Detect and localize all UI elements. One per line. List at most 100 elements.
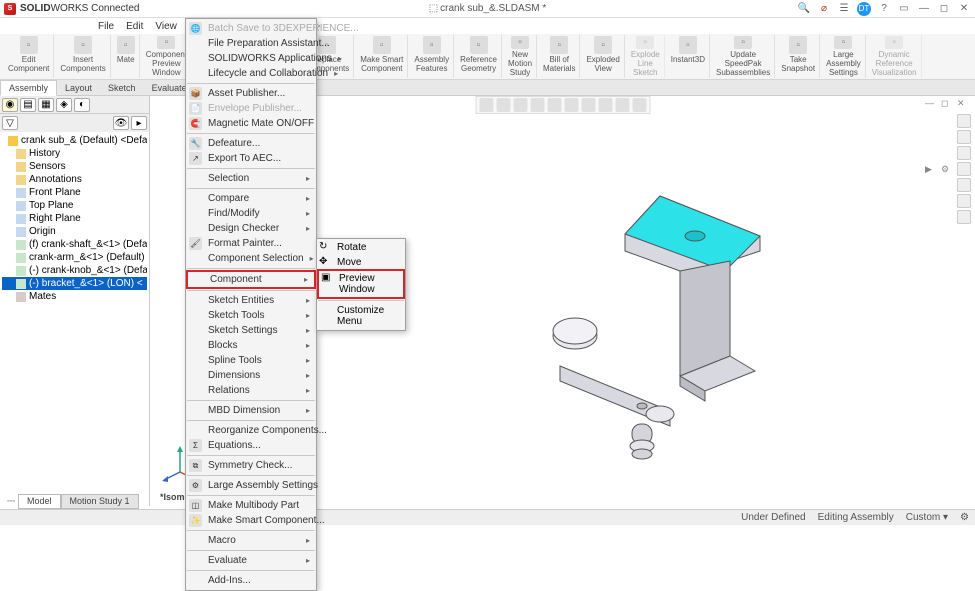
- fm-arrow-icon[interactable]: ▸: [131, 116, 147, 130]
- alert-icon[interactable]: ⌀: [817, 2, 831, 16]
- menu-item-file-preparation-assistant[interactable]: File Preparation Assistant...: [186, 36, 316, 51]
- prev-view-icon[interactable]: [513, 98, 527, 112]
- tree-item[interactable]: (-) crank-knob_&<1> (Default) <: [2, 264, 147, 277]
- menu-item-magnetic-mate-on-off[interactable]: 🧲Magnetic Mate ON/OFF: [186, 116, 316, 131]
- tp-appearances-icon[interactable]: [957, 178, 971, 192]
- ribbon-explode[interactable]: ▫ExplodeLineSketch: [627, 35, 665, 78]
- menu-view[interactable]: View: [149, 20, 183, 33]
- menu-item-sketch-settings[interactable]: Sketch Settings▸: [186, 323, 316, 338]
- ribbon-update[interactable]: ▫UpdateSpeedPakSubassemblies: [712, 35, 775, 78]
- viewport-min-icon[interactable]: —: [925, 98, 937, 110]
- ribbon-take[interactable]: ▫TakeSnapshot: [777, 35, 820, 78]
- hide-show-icon[interactable]: [581, 98, 595, 112]
- play-icon[interactable]: ▶: [925, 164, 937, 176]
- tree-root[interactable]: crank sub_& (Default) <Default_Disp: [2, 134, 147, 147]
- menu-item-reorganize-components[interactable]: Reorganize Components...: [186, 423, 316, 438]
- menu-item-lifecycle-and-collaboration[interactable]: Lifecycle and Collaboration▸: [186, 66, 316, 81]
- menu-item-make-multibody-part[interactable]: ◫Make Multibody Part: [186, 498, 316, 513]
- fm-filter-icon[interactable]: ▽: [2, 116, 18, 130]
- tp-view-palette-icon[interactable]: [957, 162, 971, 176]
- tp-file-explorer-icon[interactable]: [957, 146, 971, 160]
- section-view-icon[interactable]: [530, 98, 544, 112]
- menu-item-component[interactable]: Component▸: [186, 270, 316, 289]
- model-tabs-handle-icon[interactable]: ⎓: [4, 494, 18, 509]
- restore-icon[interactable]: ▭: [897, 2, 911, 16]
- fm-tree-tab-icon[interactable]: ◉: [2, 98, 18, 112]
- viewport-max-icon[interactable]: ◻: [941, 98, 953, 110]
- menu-item-blocks[interactable]: Blocks▸: [186, 338, 316, 353]
- view-settings-icon[interactable]: [632, 98, 646, 112]
- tree-item[interactable]: crank-arm_&<1> (Default) <: [2, 251, 147, 264]
- menu-item-macro[interactable]: Macro▸: [186, 533, 316, 548]
- menu-item-relations[interactable]: Relations▸: [186, 383, 316, 398]
- ribbon-insert[interactable]: ▫InsertComponents: [56, 35, 110, 78]
- ribbon-assembly[interactable]: ▫AssemblyFeatures: [410, 35, 454, 78]
- tree-item[interactable]: Front Plane: [2, 186, 147, 199]
- tree-item[interactable]: Origin: [2, 225, 147, 238]
- tp-resources-icon[interactable]: [957, 114, 971, 128]
- viewport-close-icon[interactable]: ✕: [957, 98, 969, 110]
- ribbon-instant-d[interactable]: ▫Instant3D: [667, 35, 710, 78]
- menu-item-solidworks-applications[interactable]: SOLIDWORKS Applications▸: [186, 51, 316, 66]
- menu-item-add-ins[interactable]: Add-Ins...: [186, 573, 316, 588]
- home-icon[interactable]: ☰: [837, 2, 851, 16]
- menu-item-find-modify[interactable]: Find/Modify▸: [186, 206, 316, 221]
- help-icon[interactable]: ?: [877, 2, 891, 16]
- ribbon-edit[interactable]: ▫EditComponent: [4, 35, 54, 78]
- menu-item-compare[interactable]: Compare▸: [186, 191, 316, 206]
- menu-item-design-checker[interactable]: Design Checker▸: [186, 221, 316, 236]
- tree-item[interactable]: (f) crank-shaft_&<1> (Default) <: [2, 238, 147, 251]
- ribbon-bill-of[interactable]: ▫Bill ofMaterials: [539, 35, 580, 78]
- close-icon[interactable]: ✕: [957, 2, 971, 16]
- tab-motion-study[interactable]: Motion Study 1: [61, 494, 139, 509]
- zoom-fit-icon[interactable]: [479, 98, 493, 112]
- tree-item[interactable]: Right Plane: [2, 212, 147, 225]
- fm-prop-tab-icon[interactable]: ▤: [20, 98, 36, 112]
- tab-sketch[interactable]: Sketch: [100, 81, 144, 95]
- submenu-customize-menu[interactable]: Customize Menu: [317, 303, 405, 329]
- ribbon-mate[interactable]: ▫Mate: [113, 35, 140, 78]
- ribbon-reference[interactable]: ▫ReferenceGeometry: [456, 35, 502, 78]
- edit-appearance-icon[interactable]: [598, 98, 612, 112]
- menu-item-dimensions[interactable]: Dimensions▸: [186, 368, 316, 383]
- status-gear-icon[interactable]: ⚙: [960, 512, 969, 523]
- menu-item-evaluate[interactable]: Evaluate▸: [186, 553, 316, 568]
- tp-forum-icon[interactable]: [957, 210, 971, 224]
- menu-item-component-selection[interactable]: Component Selection▸: [186, 251, 316, 266]
- ribbon-dynamic[interactable]: ▫DynamicReferenceVisualization: [868, 35, 922, 78]
- ribbon-new[interactable]: ▫NewMotionStudy: [504, 35, 537, 78]
- display-style-icon[interactable]: [564, 98, 578, 112]
- menu-item-format-painter[interactable]: 🖌Format Painter...: [186, 236, 316, 251]
- submenu-move[interactable]: ✥Move: [317, 255, 405, 270]
- submenu-preview-window[interactable]: ▣Preview Window: [317, 269, 405, 299]
- tab-model[interactable]: Model: [18, 494, 61, 509]
- tree-item[interactable]: Annotations: [2, 173, 147, 186]
- menu-item-symmetry-check[interactable]: ⧉Symmetry Check...: [186, 458, 316, 473]
- fm-display-tab-icon[interactable]: ◐: [74, 98, 90, 112]
- menu-item-large-assembly-settings[interactable]: ⚙Large Assembly Settings: [186, 478, 316, 493]
- tree-item[interactable]: (-) bracket_&<1> (LON) <: [2, 277, 147, 290]
- ribbon-large[interactable]: ▫LargeAssemblySettings: [822, 35, 866, 78]
- menu-item-selection[interactable]: Selection▸: [186, 171, 316, 186]
- menu-item-asset-publisher[interactable]: 📦Asset Publisher...: [186, 86, 316, 101]
- maximize-icon[interactable]: ◻: [937, 2, 951, 16]
- menu-edit[interactable]: Edit: [120, 20, 149, 33]
- menu-file[interactable]: File: [92, 20, 120, 33]
- zoom-area-icon[interactable]: [496, 98, 510, 112]
- menu-item-spline-tools[interactable]: Spline Tools▸: [186, 353, 316, 368]
- tp-design-lib-icon[interactable]: [957, 130, 971, 144]
- tab-layout[interactable]: Layout: [57, 81, 100, 95]
- apply-scene-icon[interactable]: [615, 98, 629, 112]
- tree-item[interactable]: Sensors: [2, 160, 147, 173]
- user-avatar[interactable]: DT: [857, 2, 871, 16]
- menu-item-export-to-aec[interactable]: ↗Export To AEC...: [186, 151, 316, 166]
- menu-item-mbd-dimension[interactable]: MBD Dimension▸: [186, 403, 316, 418]
- tab-assembly[interactable]: Assembly: [0, 80, 57, 96]
- fm-dim-tab-icon[interactable]: ◈: [56, 98, 72, 112]
- menu-item-defeature[interactable]: 🔧Defeature...: [186, 136, 316, 151]
- submenu-rotate[interactable]: ↻Rotate: [317, 240, 405, 255]
- minimize-icon[interactable]: —: [917, 2, 931, 16]
- status-custom-button[interactable]: Custom ▾: [906, 512, 948, 523]
- menu-item-equations[interactable]: ΣEquations...: [186, 438, 316, 453]
- fm-eye-icon[interactable]: 👁: [113, 116, 129, 130]
